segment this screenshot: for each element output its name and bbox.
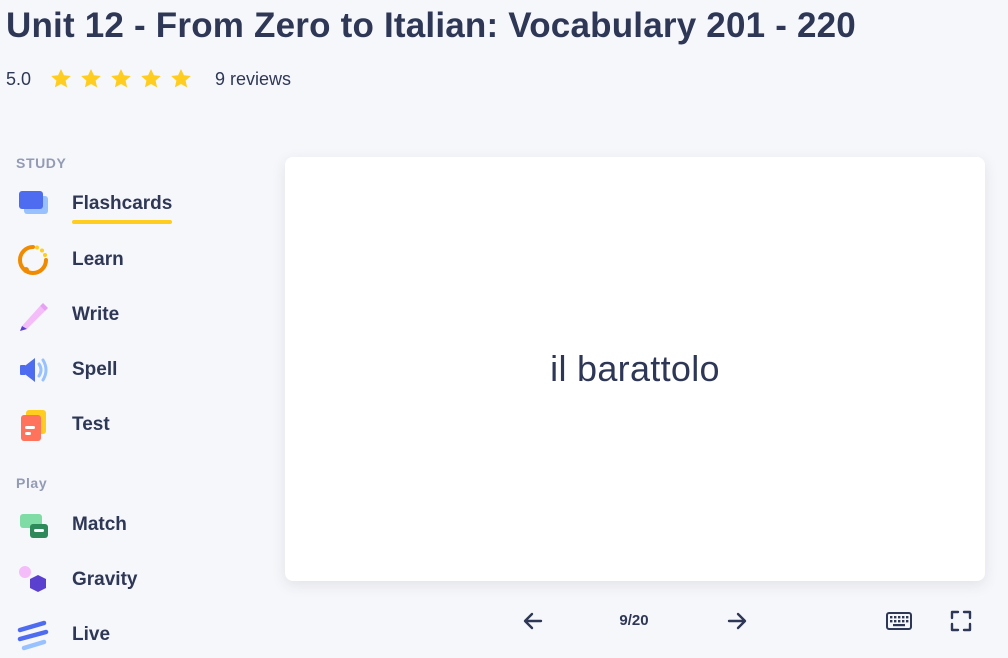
reviews-link[interactable]: 9 reviews: [215, 69, 291, 90]
sidebar-item-test[interactable]: Test: [16, 407, 226, 443]
sidebar-item-label: Match: [72, 514, 127, 535]
sidebar-item-write[interactable]: Write: [16, 297, 226, 333]
set-title: Unit 12 - From Zero to Italian: Vocabula…: [6, 6, 856, 45]
sidebar-item-match[interactable]: Match: [16, 507, 226, 543]
star-icon: [81, 69, 101, 88]
flashcard[interactable]: il barattolo: [285, 157, 985, 581]
star-icon: [171, 69, 191, 88]
previous-card-button[interactable]: [515, 603, 551, 639]
card-counter: 9/20: [619, 612, 649, 629]
sidebar-item-gravity[interactable]: Gravity: [16, 562, 226, 598]
spell-icon: [16, 352, 56, 388]
match-icon: [16, 507, 56, 543]
sidebar-item-flashcards[interactable]: Flashcards: [16, 186, 226, 224]
gravity-icon: [16, 562, 56, 598]
sidebar-item-label: Write: [72, 304, 120, 325]
arrow-right-icon: [727, 612, 747, 630]
study-section-label: STUDY: [16, 155, 67, 171]
flashcard-term: il barattolo: [550, 348, 720, 389]
star-rating: [49, 67, 199, 91]
sidebar-item-label: Learn: [72, 249, 124, 270]
sidebar-item-live[interactable]: Live: [16, 617, 226, 653]
keyboard-shortcuts-button[interactable]: [881, 603, 917, 639]
fullscreen-button[interactable]: [943, 603, 979, 639]
sidebar-item-spell[interactable]: Spell: [16, 352, 226, 388]
play-section-label: Play: [16, 475, 48, 491]
flashcards-icon: [16, 186, 56, 222]
sidebar-item-learn[interactable]: Learn: [16, 242, 226, 278]
sidebar-item-label: Test: [72, 414, 110, 435]
star-icon: [111, 69, 131, 88]
sidebar-item-label: Spell: [72, 359, 118, 380]
learn-icon: [16, 242, 56, 278]
star-icon: [51, 69, 71, 88]
arrow-left-icon: [523, 612, 543, 630]
sidebar-item-label: Gravity: [72, 569, 138, 590]
live-icon: [16, 617, 56, 653]
sidebar-item-label: Live: [72, 624, 111, 645]
keyboard-icon: [886, 612, 912, 630]
fullscreen-icon: [950, 610, 972, 632]
next-card-button[interactable]: [719, 603, 755, 639]
sidebar-item-label: Flashcards: [72, 193, 173, 224]
rating-row[interactable]: 5.0 9 reviews: [6, 66, 291, 92]
write-icon: [16, 297, 56, 333]
test-icon: [16, 407, 56, 443]
star-icon: [141, 69, 161, 88]
rating-value: 5.0: [6, 68, 32, 89]
